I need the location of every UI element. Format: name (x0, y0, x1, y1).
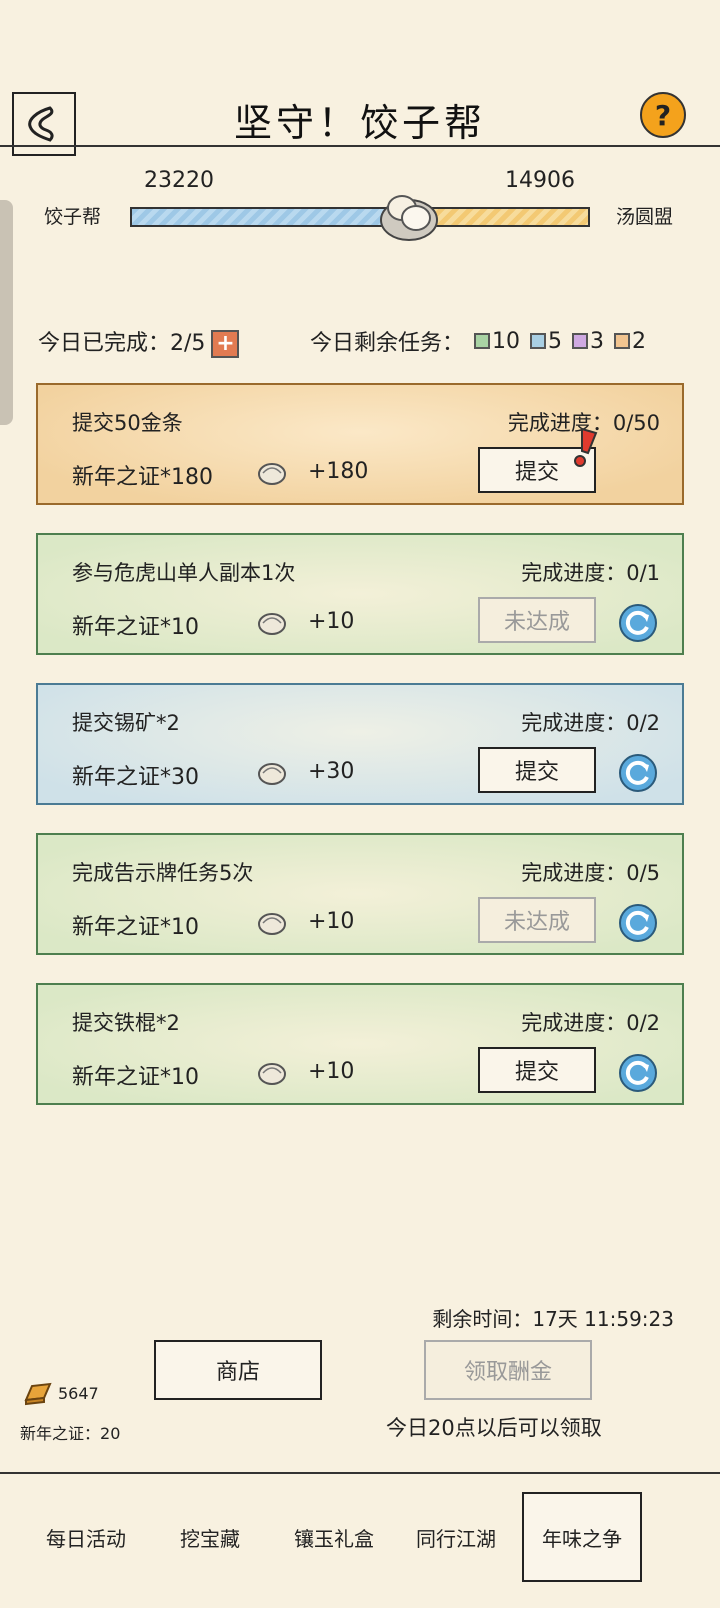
refresh-icon[interactable] (618, 903, 658, 943)
not-achieved-button[interactable]: 未达成 (478, 897, 596, 943)
task-reward: 新年之证*10 (72, 615, 199, 640)
task-bonus: +30 (308, 759, 355, 784)
task-bonus: +10 (308, 1059, 355, 1084)
green-task-icon (474, 333, 491, 349)
completed-row: 今日已完成：2/5 + (38, 325, 240, 358)
purple-task-count: 3 (590, 328, 605, 354)
dumpling-icon (258, 913, 286, 935)
dumpling-icon (258, 1063, 286, 1085)
completed-label: 今日已完成： (38, 331, 171, 356)
right-score: 14906 (505, 168, 575, 193)
submit-button[interactable]: 提交 (478, 747, 596, 793)
orange-task-icon (614, 333, 631, 349)
task-name: 提交锡矿*2 (72, 711, 180, 735)
bottom-divider (0, 1472, 720, 1474)
task-name: 参与危虎山单人副本1次 (72, 561, 296, 585)
dumpling-icon (258, 763, 286, 785)
gold-count: 5647 (58, 1383, 99, 1403)
claim-reward-button[interactable]: 领取酬金 (424, 1340, 592, 1400)
side-drawer-handle[interactable] (0, 200, 13, 425)
task-reward: 新年之证*30 (72, 765, 199, 790)
plus-icon[interactable]: + (211, 330, 240, 358)
page-title: 坚守！饺子帮 (233, 101, 486, 145)
task-card: 提交50金条 完成进度：0/50 新年之证*180 +180 提交 (36, 383, 684, 505)
dumpling-icon (258, 463, 286, 485)
task-reward: 新年之证*180 (72, 465, 213, 490)
not-achieved-button[interactable]: 未达成 (478, 597, 596, 643)
orange-task-count: 2 (632, 328, 647, 354)
task-progress: 完成进度：0/2 (521, 1011, 660, 1035)
tab-daily-activity[interactable]: 每日活动 (26, 1492, 146, 1582)
remaining-row: 今日剩余任务： 10 5 3 2 (310, 325, 646, 357)
versus-bar (130, 207, 590, 227)
tab-treasure-dig[interactable]: 挖宝藏 (150, 1492, 270, 1582)
task-progress: 完成进度：0/2 (521, 711, 660, 735)
task-bonus: +180 (308, 459, 369, 484)
task-bonus: +10 (308, 909, 355, 934)
shop-button[interactable]: 商店 (154, 1340, 322, 1400)
task-reward: 新年之证*10 (72, 1065, 199, 1090)
left-team-label: 饺子帮 (44, 206, 102, 228)
task-name: 提交50金条 (72, 411, 183, 435)
refresh-icon[interactable] (618, 1053, 658, 1093)
refresh-icon[interactable] (618, 603, 658, 643)
token-counter: 新年之证：20 (20, 1424, 121, 1443)
bottom-tab-bar: 每日活动 挖宝藏 镶玉礼盒 同行江湖 年味之争 (0, 1492, 720, 1592)
tab-fellow-travelers[interactable]: 同行江湖 (396, 1492, 516, 1582)
completed-value: 2/5 (170, 331, 206, 356)
task-name: 提交铁棍*2 (72, 1011, 180, 1035)
left-score: 23220 (144, 168, 214, 193)
right-team-label: 汤圆盟 (616, 206, 674, 228)
blue-task-count: 5 (548, 328, 563, 354)
header-divider (0, 145, 720, 147)
tab-jade-gift-box[interactable]: 镶玉礼盒 (272, 1492, 396, 1582)
green-task-count: 10 (492, 328, 521, 354)
tab-new-year-contest[interactable]: 年味之争 (522, 1492, 642, 1582)
task-reward: 新年之证*10 (72, 915, 199, 940)
task-name: 完成告示牌任务5次 (72, 861, 254, 885)
task-progress: 完成进度：0/1 (521, 561, 660, 585)
blue-task-icon (530, 333, 547, 349)
gold-counter: 5647 (22, 1380, 99, 1406)
task-card: 完成告示牌任务5次 完成进度：0/5 新年之证*10 +10 未达成 (36, 833, 684, 955)
help-button[interactable]: ? (640, 92, 686, 138)
task-progress: 完成进度：0/5 (521, 861, 660, 885)
refresh-icon[interactable] (618, 753, 658, 793)
dumpling-plate-icon (378, 186, 440, 246)
task-bonus: +10 (308, 609, 355, 634)
gold-bar-icon (24, 1382, 52, 1406)
versus-bar-left-fill (132, 209, 410, 225)
claim-note: 今日20点以后可以领取 (386, 1416, 602, 1440)
exclamation-icon (574, 427, 598, 467)
remaining-label: 今日剩余任务： (310, 331, 465, 356)
task-card: 提交铁棍*2 完成进度：0/2 新年之证*10 +10 提交 (36, 983, 684, 1105)
task-card: 参与危虎山单人副本1次 完成进度：0/1 新年之证*10 +10 未达成 (36, 533, 684, 655)
purple-task-icon (572, 333, 589, 349)
submit-button[interactable]: 提交 (478, 1047, 596, 1093)
task-card: 提交锡矿*2 完成进度：0/2 新年之证*30 +30 提交 (36, 683, 684, 805)
remaining-time: 剩余时间：17天 11:59:23 (432, 1307, 674, 1331)
dumpling-icon (258, 613, 286, 635)
